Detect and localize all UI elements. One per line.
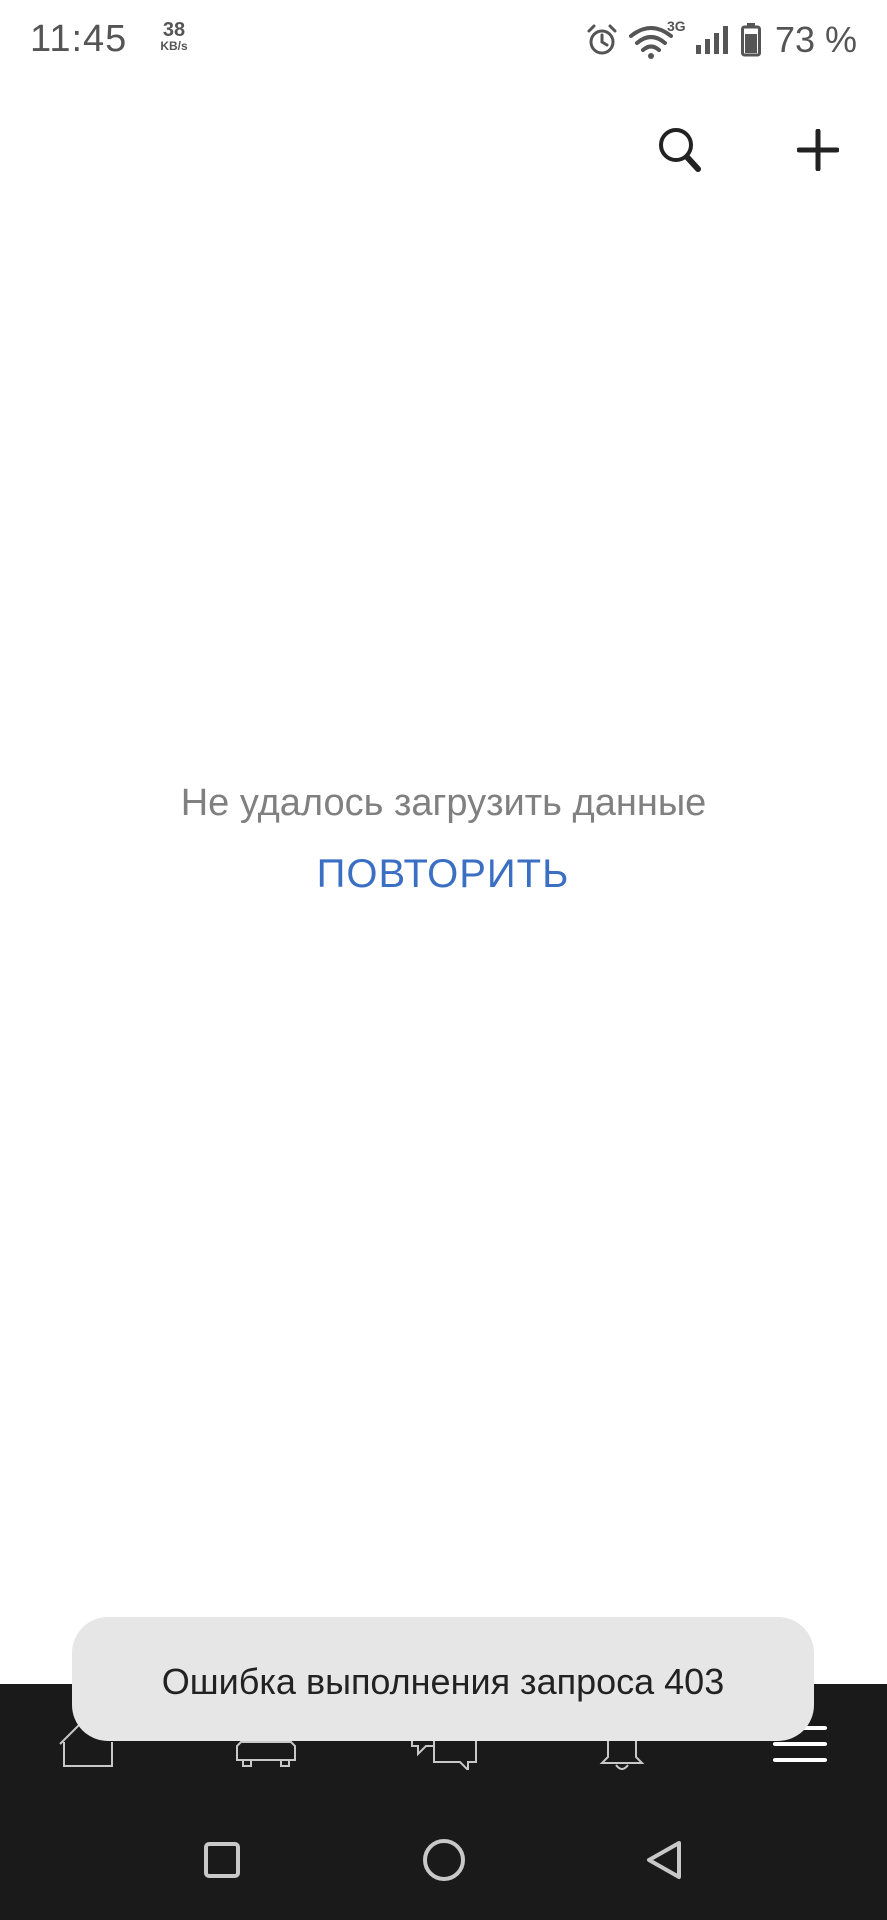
toast-message: Ошибка выполнения запроса 403 (161, 1661, 725, 1702)
back-icon (647, 1841, 681, 1879)
status-time: 11:45 (30, 18, 128, 60)
signal-icon (695, 26, 728, 54)
alarm-icon (587, 24, 617, 55)
status-icons: 3G 73 % (585, 18, 857, 62)
network-speed-unit: KB/s (160, 39, 188, 53)
network-speed-value: 38 (162, 19, 186, 41)
retry-button[interactable]: ПОВТОРИТЬ (293, 852, 593, 897)
error-message: Не удалось загрузить данные (180, 782, 707, 824)
plus-icon (797, 129, 839, 171)
wifi-indicator: 3G (628, 18, 686, 60)
error-toast: Ошибка выполнения запроса 403 (72, 1617, 814, 1741)
system-back-button[interactable] (634, 1830, 694, 1890)
top-bar (0, 100, 887, 200)
battery-percentage: 73 % (774, 19, 857, 60)
add-button[interactable] (786, 118, 850, 182)
network-type: 3G (666, 18, 686, 34)
recents-icon (204, 1842, 240, 1878)
network-speed: 38 KB/s (152, 20, 196, 52)
search-icon (659, 128, 701, 172)
battery-icon (740, 23, 761, 57)
search-button[interactable] (648, 118, 712, 182)
system-recents-button[interactable] (192, 1830, 252, 1890)
system-home-button[interactable] (414, 1830, 474, 1890)
home-circle-icon (423, 1839, 465, 1881)
screen: 11:45 38 KB/s 3G 73 % Не удалось загрузи… (0, 0, 887, 1920)
status-bar: 11:45 38 KB/s 3G 73 % (0, 0, 887, 80)
